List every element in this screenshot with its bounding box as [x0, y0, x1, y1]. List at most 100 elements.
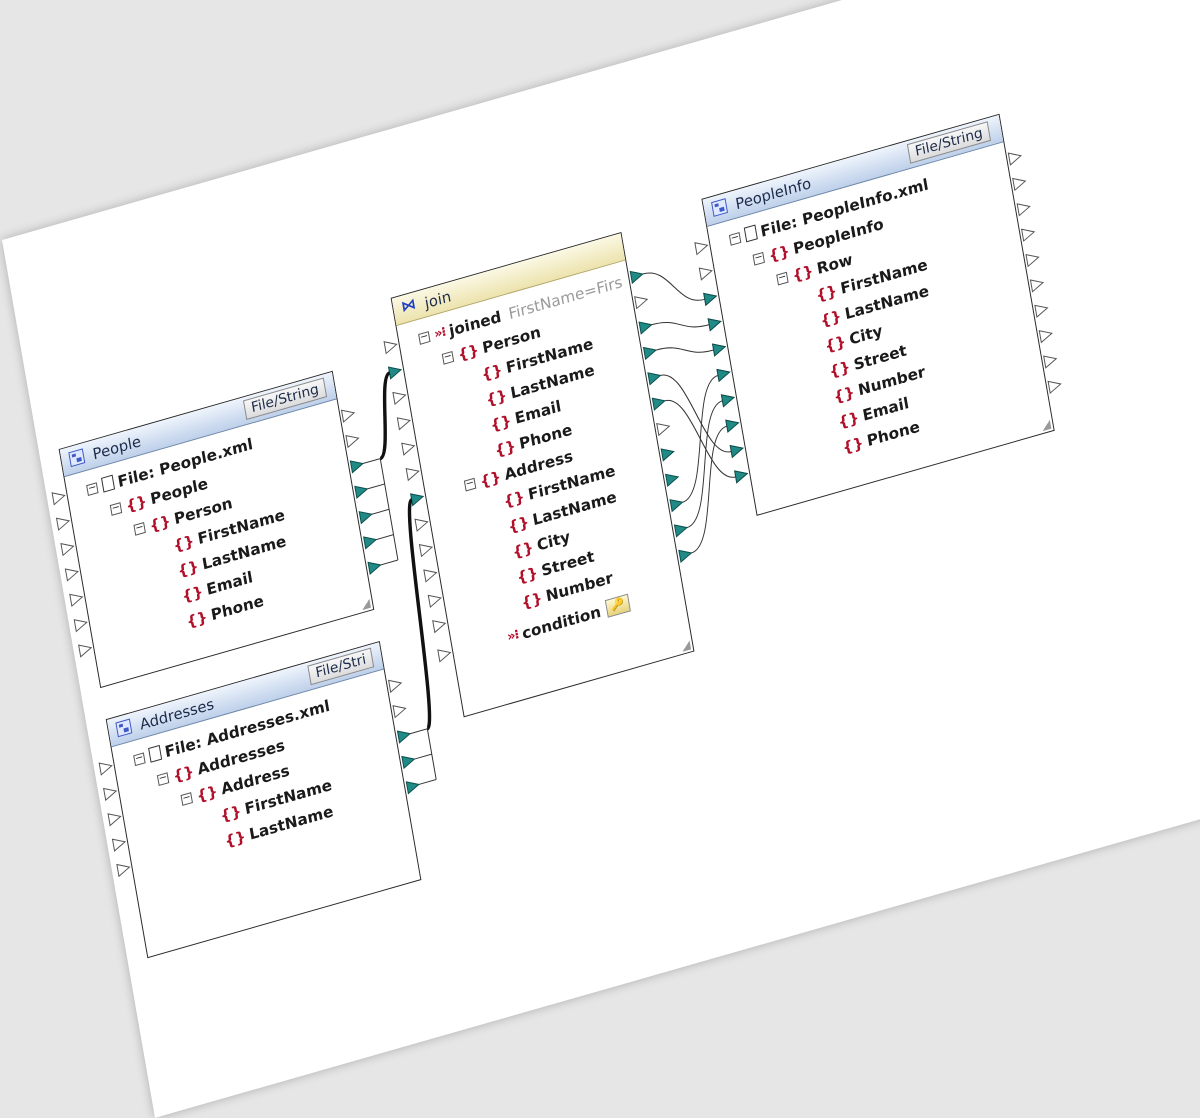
connector-filled-icon[interactable]	[720, 392, 736, 408]
collapse-toggle-icon[interactable]: −	[109, 501, 123, 516]
connector-icon[interactable]	[103, 785, 118, 802]
resize-grip-icon[interactable]	[1041, 419, 1052, 432]
connector-icon[interactable]	[64, 566, 80, 582]
connector-filled-icon[interactable]	[349, 458, 365, 474]
collapse-toggle-icon[interactable]: −	[156, 772, 170, 787]
connector-filled-icon[interactable]	[367, 559, 382, 576]
connector-icon[interactable]	[401, 440, 416, 456]
connector-filled-icon[interactable]	[651, 395, 666, 411]
connector-filled-icon[interactable]	[387, 364, 403, 380]
collapse-toggle-icon[interactable]: −	[86, 482, 99, 496]
connector-icon[interactable]	[437, 647, 452, 663]
connector-icon[interactable]	[698, 265, 713, 281]
connector-icon[interactable]	[396, 415, 412, 431]
resize-grip-icon[interactable]	[360, 598, 371, 611]
connector-filled-icon[interactable]	[410, 491, 425, 507]
connection-line[interactable]	[668, 400, 742, 529]
element-icon: {}	[223, 826, 247, 851]
connector-icon[interactable]	[423, 567, 438, 583]
grouping-bracket	[362, 458, 399, 566]
connector-icon[interactable]	[418, 541, 434, 558]
connector-filled-icon[interactable]	[716, 366, 731, 383]
collapse-toggle-icon[interactable]: −	[463, 477, 477, 492]
connector-icon[interactable]	[116, 861, 131, 878]
connector-icon[interactable]	[78, 642, 93, 658]
people-title: People	[91, 432, 143, 464]
collapse-toggle-icon[interactable]: −	[441, 350, 455, 365]
connector-icon[interactable]	[1043, 353, 1058, 369]
connector-filled-icon[interactable]	[629, 268, 644, 285]
connector-icon[interactable]	[55, 515, 71, 531]
connector-icon[interactable]	[51, 490, 66, 506]
collapse-toggle-icon[interactable]: −	[133, 752, 146, 767]
parent-connection-line[interactable]	[366, 371, 403, 461]
connector-icon[interactable]	[405, 465, 420, 482]
connector-icon[interactable]	[694, 239, 709, 256]
key-icon[interactable]: 🔑	[604, 593, 631, 618]
mapping-canvas[interactable]: People File/String − File: People.xml − {}P…	[2, 0, 1200, 1118]
connector-filled-icon[interactable]	[711, 341, 727, 357]
connector-icon[interactable]	[1012, 175, 1027, 192]
connector-icon[interactable]	[98, 760, 113, 776]
connector-filled-icon[interactable]	[660, 446, 675, 462]
connector-icon[interactable]	[1047, 378, 1062, 395]
collapse-toggle-icon[interactable]: −	[776, 271, 789, 286]
collapse-toggle-icon[interactable]: −	[752, 251, 765, 266]
connection-line[interactable]	[655, 334, 714, 365]
connector-icon[interactable]	[60, 540, 75, 557]
connector-filled-icon[interactable]	[642, 344, 658, 361]
connector-icon[interactable]	[1038, 327, 1053, 344]
connector-icon[interactable]	[656, 420, 671, 437]
connector-icon[interactable]	[1029, 277, 1045, 293]
connection-line[interactable]	[663, 374, 737, 503]
connector-icon[interactable]	[432, 617, 447, 634]
connector-icon[interactable]	[414, 516, 429, 532]
connector-icon[interactable]	[427, 592, 442, 609]
element-icon: {}	[767, 241, 791, 265]
collapse-toggle-icon[interactable]: −	[133, 521, 146, 536]
mapping-stage: People File/String − File: People.xml − {}P…	[2, 0, 1200, 1118]
element-icon: {}	[195, 781, 219, 805]
connector-icon[interactable]	[69, 591, 84, 608]
connector-icon[interactable]	[1016, 201, 1031, 217]
connector-icon[interactable]	[340, 407, 356, 423]
connector-icon[interactable]	[1007, 150, 1022, 166]
connector-filled-icon[interactable]	[703, 290, 718, 307]
connector-icon[interactable]	[1025, 251, 1040, 268]
resize-grip-icon[interactable]	[680, 640, 692, 652]
connector-icon[interactable]	[345, 432, 360, 449]
connector-icon[interactable]	[107, 811, 122, 827]
connector-icon[interactable]	[383, 338, 398, 355]
connector-filled-icon[interactable]	[707, 316, 722, 332]
connector-filled-icon[interactable]	[396, 728, 412, 744]
sequence-icon: »⁝	[433, 324, 447, 342]
connector-filled-icon[interactable]	[401, 753, 416, 770]
connector-filled-icon[interactable]	[673, 522, 689, 538]
connector-icon[interactable]	[634, 294, 649, 310]
connector-filled-icon[interactable]	[669, 496, 684, 513]
connection-line[interactable]	[642, 258, 705, 315]
connector-icon[interactable]	[1034, 302, 1049, 318]
connector-filled-icon[interactable]	[647, 370, 662, 386]
connector-filled-icon[interactable]	[358, 508, 373, 525]
collapse-toggle-icon[interactable]: −	[418, 330, 431, 345]
connector-filled-icon[interactable]	[638, 319, 653, 335]
connector-icon[interactable]	[388, 677, 403, 694]
connector-icon[interactable]	[1020, 226, 1036, 242]
connector-filled-icon[interactable]	[405, 779, 420, 795]
connector-filled-icon[interactable]	[363, 534, 378, 550]
connector-filled-icon[interactable]	[734, 468, 749, 484]
connector-filled-icon[interactable]	[725, 417, 740, 433]
connector-icon[interactable]	[73, 616, 88, 633]
collapse-toggle-icon[interactable]: −	[180, 792, 193, 806]
connector-icon[interactable]	[392, 389, 407, 406]
collapse-toggle-icon[interactable]: −	[728, 231, 742, 246]
connection-line[interactable]	[651, 309, 710, 340]
connector-filled-icon[interactable]	[354, 483, 369, 499]
connector-filled-icon[interactable]	[665, 471, 680, 487]
connection-line[interactable]	[672, 425, 746, 554]
connector-filled-icon[interactable]	[678, 547, 693, 564]
connector-icon[interactable]	[111, 836, 127, 852]
connector-icon[interactable]	[392, 702, 407, 719]
connector-filled-icon[interactable]	[729, 442, 744, 459]
